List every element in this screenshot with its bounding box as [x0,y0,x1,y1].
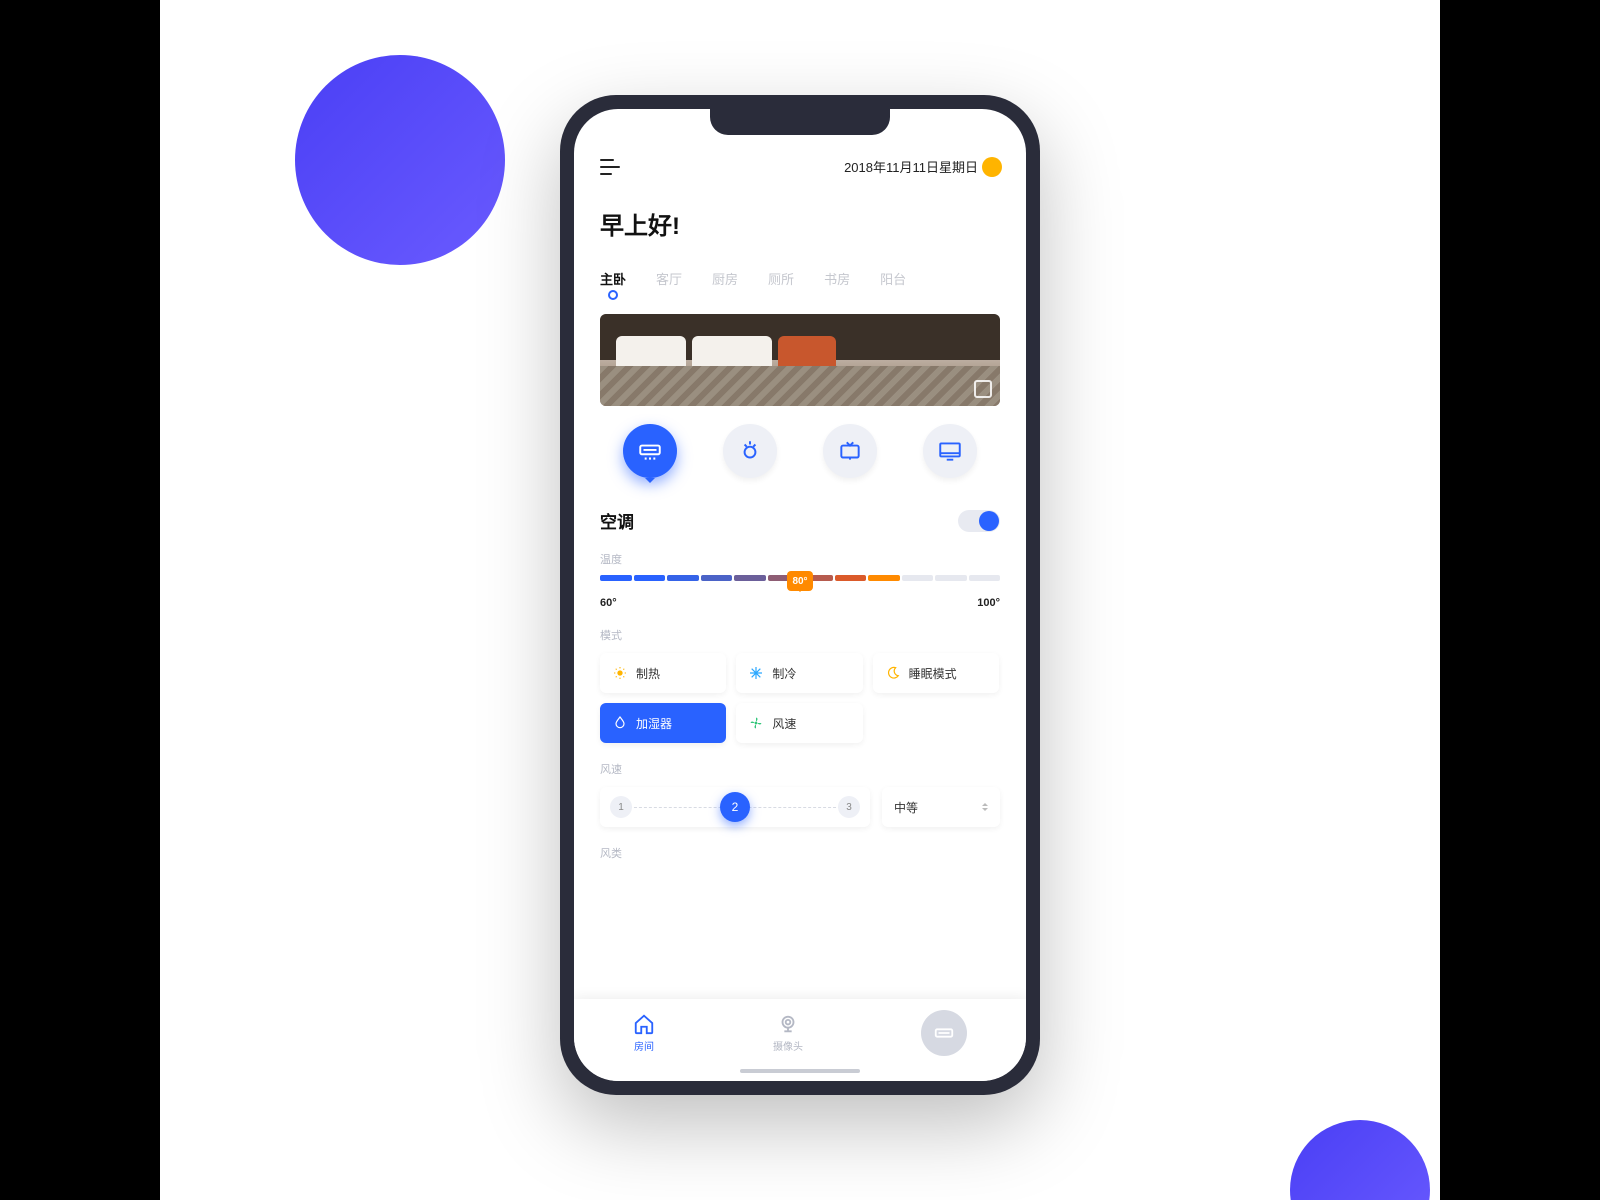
tv-icon [837,438,863,464]
chevron-updown-icon [982,800,988,814]
fan-step-1[interactable]: 1 [610,796,632,818]
ac-icon [637,438,663,464]
temp-min: 60° [600,597,617,609]
header-date: 2018年11月11日星期日 [844,157,1000,176]
date-text: 2018年11月11日星期日 [844,157,978,176]
device-pc[interactable] [923,424,977,478]
heat-icon [612,665,628,681]
mode-grid: 制热制冷睡眠模式加湿器风速 [600,653,1000,743]
nav-camera[interactable]: 摄像头 [773,1013,803,1053]
temperature-handle[interactable]: 80° [787,571,813,591]
wind-label: 风类 [600,845,1000,861]
decor-circle-top [295,55,505,265]
tab-5[interactable]: 阳台 [880,269,906,300]
temperature-label: 温度 [600,551,1000,567]
bottom-nav: 房间 摄像头 [574,999,1026,1081]
home-icon [633,1013,655,1035]
menu-button[interactable] [600,159,622,175]
temperature-slider[interactable]: 80° 60° 100° [600,575,1000,609]
fan-step-3[interactable]: 3 [838,796,860,818]
section-title: 空调 [600,508,634,533]
mode-sleep[interactable]: 睡眠模式 [873,653,999,693]
tab-1[interactable]: 客厅 [656,269,682,300]
fan-icon [748,715,764,731]
home-indicator [740,1069,860,1073]
camera-icon [777,1013,799,1035]
device-tv[interactable] [823,424,877,478]
mode-fan[interactable]: 风速 [736,703,862,743]
phone-notch [710,109,890,135]
pc-icon [937,438,963,464]
power-toggle[interactable] [958,510,1000,532]
cool-icon [748,665,764,681]
device-light[interactable] [723,424,777,478]
tab-4[interactable]: 书房 [824,269,850,300]
humid-icon [612,715,628,731]
phone-frame: 2018年11月11日星期日 早上好! 主卧客厅厨房厕所书房阳台 空调 [560,95,1040,1095]
fan-selector[interactable]: 中等 [882,787,1000,827]
device-row [600,424,1000,478]
fan-selector-label: 中等 [894,799,918,816]
temp-max: 100° [977,597,1000,609]
room-image[interactable] [600,314,1000,406]
mode-cool[interactable]: 制冷 [736,653,862,693]
room-tabs: 主卧客厅厨房厕所书房阳台 [600,269,1000,300]
nav-camera-label: 摄像头 [773,1038,803,1053]
nav-fab-button[interactable] [921,1010,967,1056]
sun-icon [984,159,1000,175]
sleep-icon [885,665,901,681]
ac-icon [933,1022,955,1044]
fan-step-2[interactable]: 2 [720,792,750,822]
fan-label: 风速 [600,761,1000,777]
tab-2[interactable]: 厨房 [712,269,738,300]
mode-heat[interactable]: 制热 [600,653,726,693]
tab-0[interactable]: 主卧 [600,269,626,300]
decor-circle-bottom [1290,1120,1430,1200]
tab-3[interactable]: 厕所 [768,269,794,300]
greeting-title: 早上好! [600,206,1000,241]
light-icon [737,438,763,464]
fan-step-slider[interactable]: 1 2 3 [600,787,870,827]
expand-icon[interactable] [974,380,992,398]
nav-rooms-label: 房间 [634,1038,654,1053]
mode-humid[interactable]: 加湿器 [600,703,726,743]
mode-label: 模式 [600,627,1000,643]
nav-rooms[interactable]: 房间 [633,1013,655,1053]
device-ac[interactable] [623,424,677,478]
